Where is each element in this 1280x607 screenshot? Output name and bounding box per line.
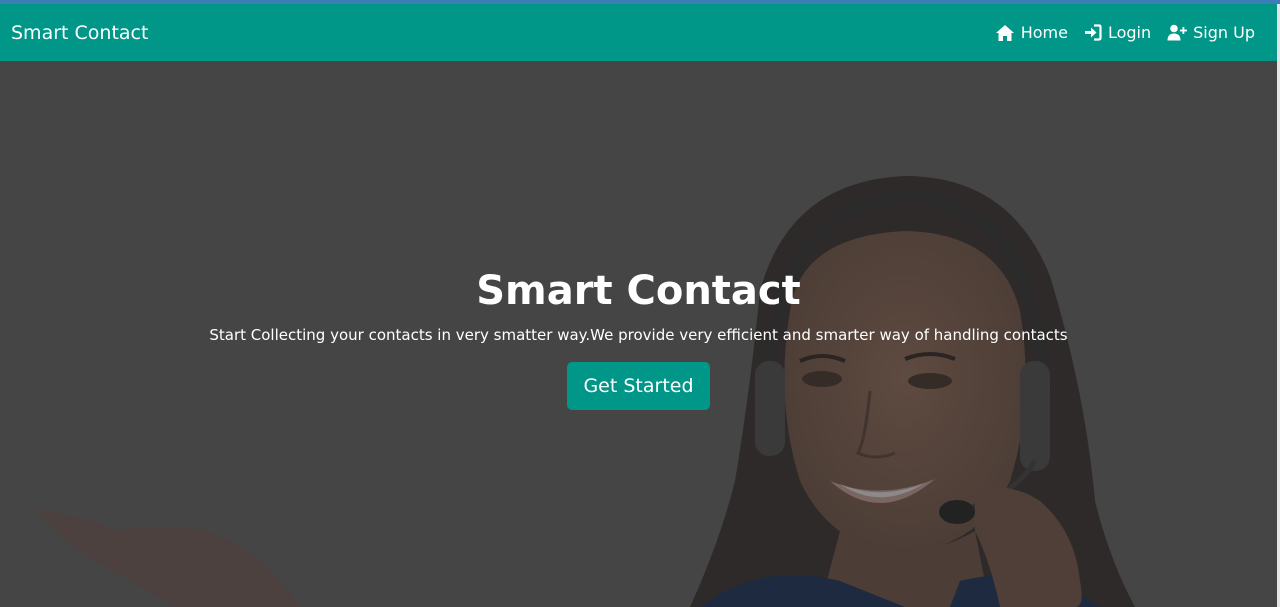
hero-section: Smart Contact Start Collecting your cont…	[0, 61, 1277, 607]
home-icon	[995, 24, 1014, 41]
hero-title: Smart Contact	[476, 268, 801, 314]
get-started-button[interactable]: Get Started	[567, 362, 710, 410]
nav-home-label: Home	[1020, 23, 1068, 42]
hero-subtitle: Start Collecting your contacts in very s…	[209, 326, 1068, 344]
nav-login-link[interactable]: Login	[1084, 23, 1151, 42]
page: Smart Contact Home Login Sign Up Smart C…	[0, 0, 1280, 607]
navbar: Smart Contact Home Login Sign Up	[0, 4, 1277, 61]
login-icon	[1084, 24, 1102, 41]
nav-signup-label: Sign Up	[1193, 23, 1255, 42]
nav-login-label: Login	[1107, 23, 1152, 42]
user-plus-icon	[1167, 24, 1188, 41]
hero-content: Smart Contact Start Collecting your cont…	[0, 266, 1277, 410]
nav-links: Home Login Sign Up	[995, 23, 1255, 42]
brand-link[interactable]: Smart Contact	[11, 22, 148, 44]
nav-home-link[interactable]: Home	[995, 23, 1068, 42]
nav-signup-link[interactable]: Sign Up	[1167, 23, 1255, 42]
